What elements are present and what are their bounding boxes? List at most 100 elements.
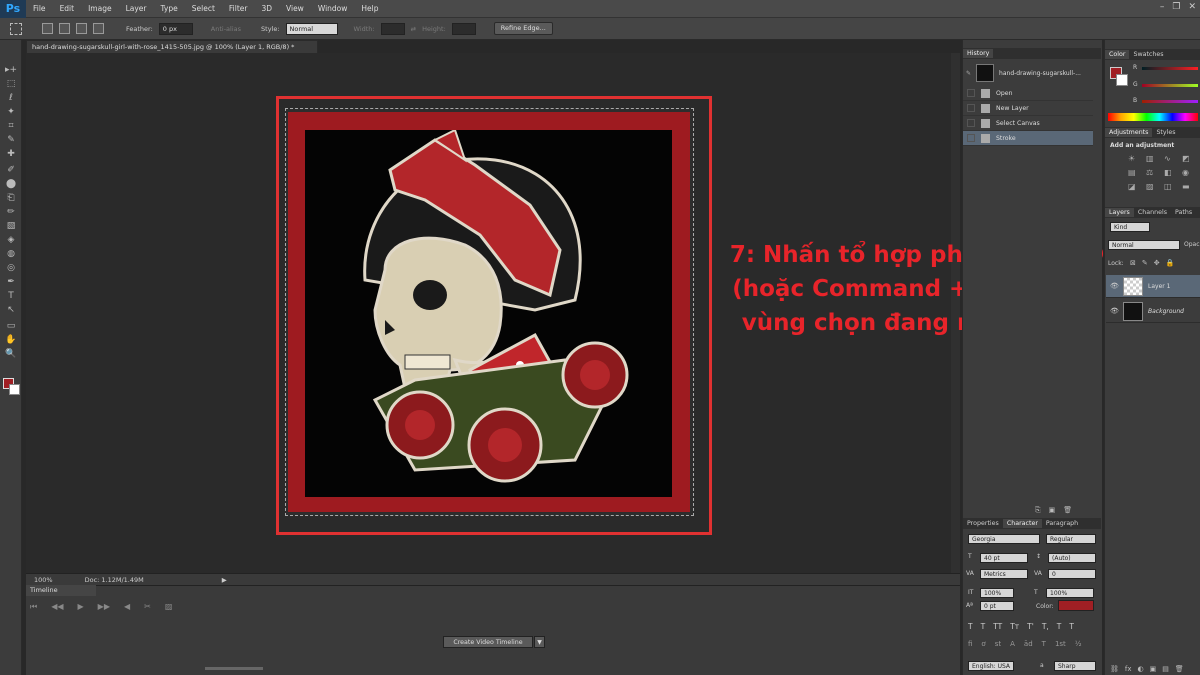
- tab-color[interactable]: Color: [1105, 50, 1130, 59]
- marquee-preset-icon[interactable]: [10, 22, 22, 35]
- blur-tool-icon[interactable]: ◈: [5, 234, 17, 246]
- leading-select[interactable]: (Auto): [1048, 553, 1096, 563]
- first-frame-icon[interactable]: ⏮: [30, 602, 37, 612]
- gradient-tool-icon[interactable]: ▧: [5, 220, 17, 232]
- font-size-select[interactable]: 40 pt: [980, 553, 1028, 563]
- hand-tool-icon[interactable]: ✋: [5, 334, 17, 346]
- layer-style-icon[interactable]: fx: [1125, 665, 1132, 673]
- new-selection-icon[interactable]: [42, 23, 53, 34]
- pen-tool-icon[interactable]: ✒: [5, 276, 17, 288]
- faux-italic-button[interactable]: T: [981, 622, 986, 631]
- stylistic-button[interactable]: ād: [1024, 640, 1033, 648]
- invert-icon[interactable]: ◪: [1128, 182, 1140, 191]
- photo-filter-icon[interactable]: ◉: [1182, 168, 1194, 177]
- threshold-icon[interactable]: ◫: [1164, 182, 1176, 191]
- swash-button[interactable]: ơ: [981, 640, 985, 648]
- prev-frame-icon[interactable]: ◀◀: [51, 602, 63, 612]
- bw-icon[interactable]: ◧: [1164, 168, 1176, 177]
- status-menu-arrow-icon[interactable]: ▶: [222, 576, 227, 584]
- swap-icon[interactable]: ⇄: [411, 25, 416, 33]
- gradient-map-icon[interactable]: ▬: [1182, 182, 1194, 191]
- baseline-input[interactable]: 0 pt: [980, 601, 1014, 611]
- tab-layers[interactable]: Layers: [1105, 208, 1134, 217]
- layer-row-layer-1[interactable]: 👁 Layer 1: [1106, 275, 1200, 298]
- layer-row-background[interactable]: 👁 Background: [1106, 300, 1200, 323]
- all-caps-button[interactable]: TT: [993, 622, 1002, 631]
- lasso-tool-icon[interactable]: ℓ: [5, 92, 17, 104]
- quick-select-tool-icon[interactable]: ✦: [5, 106, 17, 118]
- tab-properties[interactable]: Properties: [963, 519, 1003, 528]
- eyedropper-tool-icon[interactable]: ✎: [5, 134, 17, 146]
- height-input[interactable]: [451, 22, 476, 35]
- brush-tool-icon[interactable]: ✐: [5, 164, 17, 176]
- blue-slider[interactable]: [1142, 100, 1198, 103]
- transition-icon[interactable]: ▨: [165, 602, 173, 612]
- menu-3d[interactable]: 3D: [254, 4, 279, 13]
- text-color-swatch[interactable]: [1058, 600, 1094, 611]
- tab-character[interactable]: Character: [1002, 519, 1042, 528]
- minimize-button[interactable]: –: [1160, 2, 1165, 12]
- small-caps-button[interactable]: Tт: [1010, 622, 1019, 631]
- history-brush-tool-icon[interactable]: ⎗: [5, 192, 17, 204]
- visibility-eye-icon[interactable]: 👁: [1110, 307, 1119, 315]
- language-select[interactable]: English: USA: [968, 661, 1014, 671]
- restore-button[interactable]: ❐: [1172, 2, 1180, 12]
- trash-icon[interactable]: 🗑: [1063, 506, 1072, 515]
- timeline-dropdown-icon[interactable]: ▼: [534, 636, 545, 648]
- menu-filter[interactable]: Filter: [222, 4, 255, 13]
- tab-paragraph[interactable]: Paragraph: [1042, 519, 1082, 528]
- anti-alias-checkbox[interactable]: Anti-alias: [211, 25, 241, 33]
- layer-mask-icon[interactable]: ▣: [1150, 665, 1157, 673]
- visibility-eye-icon[interactable]: 👁: [1110, 282, 1119, 290]
- menu-file[interactable]: File: [26, 4, 53, 13]
- lock-pixels-icon[interactable]: ✎: [1142, 259, 1148, 267]
- document-tab[interactable]: hand-drawing-sugarskull-girl-with-rose_1…: [26, 40, 318, 53]
- history-snapshot[interactable]: ✎ hand-drawing-sugarskull-...: [966, 62, 1096, 84]
- red-slider[interactable]: [1142, 67, 1198, 70]
- superscript-button[interactable]: T': [1027, 622, 1034, 631]
- delete-layer-icon[interactable]: 🗑: [1175, 665, 1184, 673]
- exposure-icon[interactable]: ◩: [1182, 154, 1194, 163]
- font-family-select[interactable]: Georgia: [968, 534, 1040, 544]
- style-select[interactable]: Normal: [285, 22, 338, 35]
- link-layers-icon[interactable]: ⛓: [1110, 665, 1119, 673]
- blend-mode-select[interactable]: Normal: [1108, 240, 1180, 250]
- layer-filter-select[interactable]: Kind: [1110, 222, 1150, 232]
- zoom-level[interactable]: 100%: [34, 576, 53, 584]
- color-balance-icon[interactable]: ⚖: [1146, 168, 1158, 177]
- refine-edge-button[interactable]: Refine Edge...: [493, 22, 553, 35]
- kerning-select[interactable]: Metrics: [980, 569, 1028, 579]
- menu-edit[interactable]: Edit: [53, 4, 82, 13]
- cut-icon[interactable]: ✂: [144, 602, 151, 612]
- menu-view[interactable]: View: [279, 4, 311, 13]
- menu-layer[interactable]: Layer: [119, 4, 154, 13]
- titling-button[interactable]: A: [1010, 640, 1015, 648]
- posterize-icon[interactable]: ▨: [1146, 182, 1158, 191]
- menu-image[interactable]: Image: [81, 4, 119, 13]
- next-frame-icon[interactable]: ▶▶: [98, 602, 110, 612]
- background-color-swatch[interactable]: [9, 384, 20, 395]
- faux-bold-button[interactable]: T: [968, 622, 973, 631]
- menu-type[interactable]: Type: [154, 4, 185, 13]
- camera-icon[interactable]: ▣: [1049, 506, 1056, 515]
- curves-icon[interactable]: ∿: [1164, 154, 1176, 163]
- tab-channels[interactable]: Channels: [1134, 208, 1171, 217]
- history-item-open[interactable]: Open: [963, 86, 1093, 101]
- underline-button[interactable]: T: [1057, 622, 1062, 631]
- vertical-scale-input[interactable]: 100%: [980, 588, 1014, 598]
- history-item-new-layer[interactable]: New Layer: [963, 101, 1093, 116]
- tracking-select[interactable]: 0: [1048, 569, 1096, 579]
- tab-styles[interactable]: Styles: [1152, 128, 1179, 137]
- dodge-tool-icon[interactable]: ◍: [5, 248, 17, 260]
- tab-adjustments[interactable]: Adjustments: [1105, 128, 1153, 137]
- adjustment-layer-icon[interactable]: ◐: [1138, 665, 1144, 673]
- tab-paths[interactable]: Paths: [1171, 208, 1196, 217]
- horizontal-scale-input[interactable]: 100%: [1046, 588, 1094, 598]
- shape-tool-icon[interactable]: ▭: [5, 320, 17, 332]
- lock-position-icon[interactable]: ✥: [1154, 259, 1160, 267]
- move-tool-icon[interactable]: ▸+: [5, 64, 17, 76]
- font-style-select[interactable]: Regular: [1046, 534, 1096, 544]
- healing-tool-icon[interactable]: ✚: [5, 148, 17, 160]
- discretionary-button[interactable]: st: [995, 640, 1001, 648]
- green-slider[interactable]: [1142, 84, 1198, 87]
